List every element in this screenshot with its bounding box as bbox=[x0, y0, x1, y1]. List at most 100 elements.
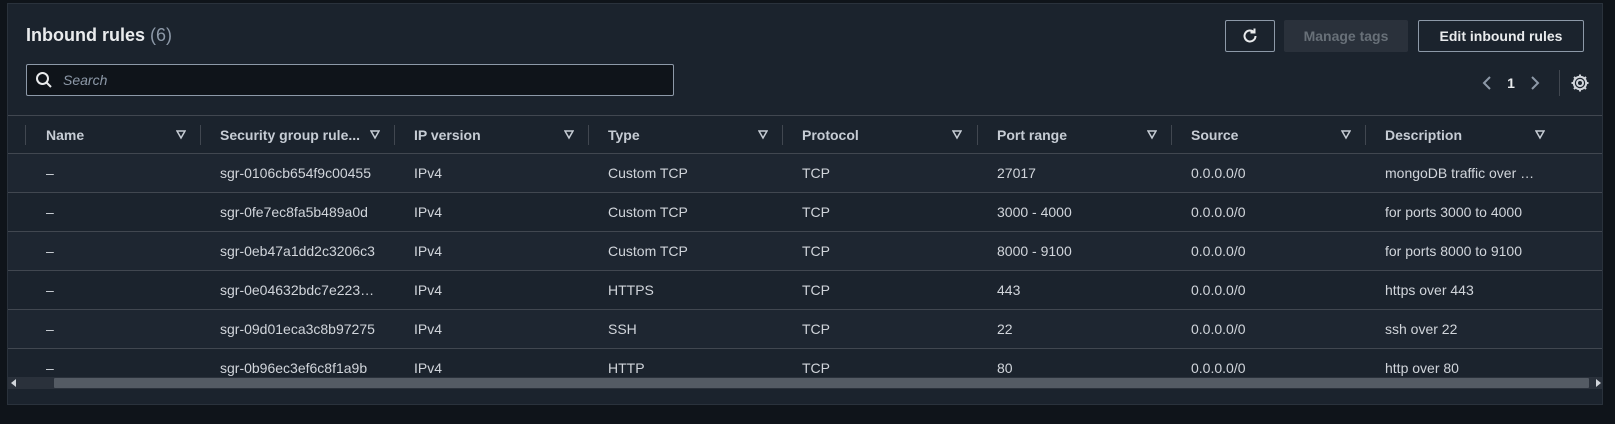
table-cell-description: for ports 8000 to 9100 bbox=[1385, 243, 1522, 259]
sort-caret-icon[interactable] bbox=[1341, 130, 1351, 140]
table-cell-source: 0.0.0.0/0 bbox=[1191, 282, 1246, 298]
table-cell-port-range: 27017 bbox=[997, 165, 1036, 181]
table-header-row: Name Security group rule... IP version Type… bbox=[8, 115, 1602, 153]
pagination: 1 bbox=[1477, 70, 1590, 96]
column-header-label: Source bbox=[1191, 126, 1239, 143]
table-row[interactable]: – sgr-09d01eca3c8b97275 IPv4 SSH TCP 22 0.0.0.… bbox=[8, 309, 1602, 348]
table-cell-ip-version: IPv4 bbox=[414, 243, 443, 259]
table-cell-ip-version: IPv4 bbox=[414, 204, 443, 220]
table-cell-security-group-rule-id: sgr-0eb47a1dd2c3206c3 bbox=[220, 243, 375, 259]
sort-caret-icon[interactable] bbox=[564, 130, 574, 140]
current-page[interactable]: 1 bbox=[1497, 75, 1525, 91]
sort-caret-icon[interactable] bbox=[1147, 130, 1157, 140]
panel-title: Inbound rules (6) bbox=[26, 25, 172, 46]
scroll-left-button[interactable] bbox=[8, 377, 20, 389]
table-cell-name: – bbox=[46, 321, 54, 337]
caret-right-icon bbox=[1596, 379, 1601, 387]
table-cell-protocol: TCP bbox=[802, 282, 830, 298]
table-cell-security-group-rule-id: sgr-0e04632bdc7e223… bbox=[220, 282, 375, 298]
table-cell-description: mongoDB traffic over … bbox=[1385, 165, 1535, 181]
column-resizer[interactable] bbox=[1171, 125, 1172, 145]
column-header-ip-version[interactable]: IP version bbox=[414, 116, 554, 153]
table-cell-ip-version: IPv4 bbox=[414, 321, 443, 337]
column-header-protocol[interactable]: Protocol bbox=[802, 116, 942, 153]
search-input[interactable] bbox=[61, 71, 665, 89]
table-row[interactable]: – sgr-0106cb654f9c00455 IPv4 Custom TCP TCP 2… bbox=[8, 153, 1602, 192]
title-text: Inbound rules bbox=[26, 25, 145, 45]
table-cell-name: – bbox=[46, 165, 54, 181]
table-cell-type: Custom TCP bbox=[608, 165, 688, 181]
column-header-source[interactable]: Source bbox=[1191, 116, 1341, 153]
table-row[interactable]: – sgr-0eb47a1dd2c3206c3 IPv4 Custom TCP TCP 8… bbox=[8, 231, 1602, 270]
table-cell-source: 0.0.0.0/0 bbox=[1191, 165, 1246, 181]
table-cell-type: Custom TCP bbox=[608, 204, 688, 220]
column-resizer[interactable] bbox=[588, 125, 589, 145]
column-resizer[interactable] bbox=[1365, 125, 1366, 145]
refresh-icon bbox=[1243, 28, 1257, 43]
table-cell-description: https over 443 bbox=[1385, 282, 1474, 298]
column-resizer[interactable] bbox=[977, 125, 978, 145]
sort-caret-icon[interactable] bbox=[1535, 130, 1545, 140]
table-cell-description: ssh over 22 bbox=[1385, 321, 1458, 337]
rules-count: (6) bbox=[150, 25, 173, 45]
table-cell-source: 0.0.0.0/0 bbox=[1191, 243, 1246, 259]
previous-page-button[interactable] bbox=[1477, 73, 1497, 93]
column-header-security-group-rule-id[interactable]: Security group rule... bbox=[220, 116, 380, 153]
chevron-right-icon bbox=[1531, 76, 1540, 90]
column-resizer[interactable] bbox=[25, 125, 26, 145]
caret-left-icon bbox=[11, 379, 16, 387]
column-header-description[interactable]: Description bbox=[1385, 116, 1550, 153]
table-cell-ip-version: IPv4 bbox=[414, 165, 443, 181]
table-cell-name: – bbox=[46, 243, 54, 259]
column-resizer[interactable] bbox=[782, 125, 783, 145]
sort-caret-icon[interactable] bbox=[758, 130, 768, 140]
table-row[interactable]: – sgr-0fe7ec8fa5b489a0d IPv4 Custom TCP TCP 3… bbox=[8, 192, 1602, 231]
pager-divider bbox=[1559, 70, 1560, 96]
column-header-label: Description bbox=[1385, 126, 1463, 143]
chevron-left-icon bbox=[1482, 76, 1491, 90]
table-cell-protocol: TCP bbox=[802, 243, 830, 259]
table-cell-protocol: TCP bbox=[802, 321, 830, 337]
rules-table: Name Security group rule... IP version Type… bbox=[8, 115, 1602, 387]
column-header-label: Type bbox=[608, 126, 640, 143]
table-cell-security-group-rule-id: sgr-09d01eca3c8b97275 bbox=[220, 321, 375, 337]
next-page-button[interactable] bbox=[1525, 73, 1545, 93]
column-resizer[interactable] bbox=[394, 125, 395, 145]
column-resizer[interactable] bbox=[200, 125, 201, 145]
sort-caret-icon[interactable] bbox=[952, 130, 962, 140]
table-row[interactable]: – sgr-0e04632bdc7e223… IPv4 HTTPS TCP 443 0.0.… bbox=[8, 270, 1602, 309]
refresh-button[interactable] bbox=[1225, 20, 1275, 52]
edit-inbound-rules-button[interactable]: Edit inbound rules bbox=[1418, 20, 1584, 52]
scrollbar-thumb[interactable] bbox=[54, 378, 1589, 388]
search-field[interactable] bbox=[26, 64, 674, 96]
column-header-label: Protocol bbox=[802, 126, 859, 143]
table-cell-port-range: 22 bbox=[997, 321, 1013, 337]
table-cell-protocol: TCP bbox=[802, 165, 830, 181]
table-cell-port-range: 443 bbox=[997, 282, 1021, 298]
horizontal-scrollbar[interactable] bbox=[8, 377, 1602, 389]
column-header-label: Name bbox=[46, 126, 85, 143]
settings-gear-icon[interactable] bbox=[1570, 73, 1590, 93]
manage-tags-button[interactable]: Manage tags bbox=[1284, 20, 1408, 52]
column-header-port-range[interactable]: Port range bbox=[997, 116, 1147, 153]
table-cell-security-group-rule-id: sgr-0106cb654f9c00455 bbox=[220, 165, 372, 181]
table-cell-ip-version: IPv4 bbox=[414, 282, 443, 298]
search-icon bbox=[36, 72, 52, 88]
column-header-name[interactable]: Name bbox=[46, 116, 186, 153]
sort-caret-icon[interactable] bbox=[176, 130, 186, 140]
table-cell-description: for ports 3000 to 4000 bbox=[1385, 204, 1522, 220]
inbound-rules-panel: Inbound rules (6) Manage tags Edit inbou… bbox=[7, 3, 1603, 405]
table-cell-type: SSH bbox=[608, 321, 637, 337]
sort-caret-icon[interactable] bbox=[370, 130, 380, 140]
table-cell-protocol: TCP bbox=[802, 204, 830, 220]
table-cell-name: – bbox=[46, 282, 54, 298]
scroll-right-button[interactable] bbox=[1592, 377, 1602, 389]
column-header-label: IP version bbox=[414, 126, 481, 143]
table-cell-source: 0.0.0.0/0 bbox=[1191, 204, 1246, 220]
table-cell-port-range: 8000 - 9100 bbox=[997, 243, 1072, 259]
table-cell-name: – bbox=[46, 204, 54, 220]
table-cell-source: 0.0.0.0/0 bbox=[1191, 321, 1246, 337]
table-cell-type: HTTPS bbox=[608, 282, 654, 298]
table-cell-port-range: 3000 - 4000 bbox=[997, 204, 1072, 220]
column-header-type[interactable]: Type bbox=[608, 116, 748, 153]
